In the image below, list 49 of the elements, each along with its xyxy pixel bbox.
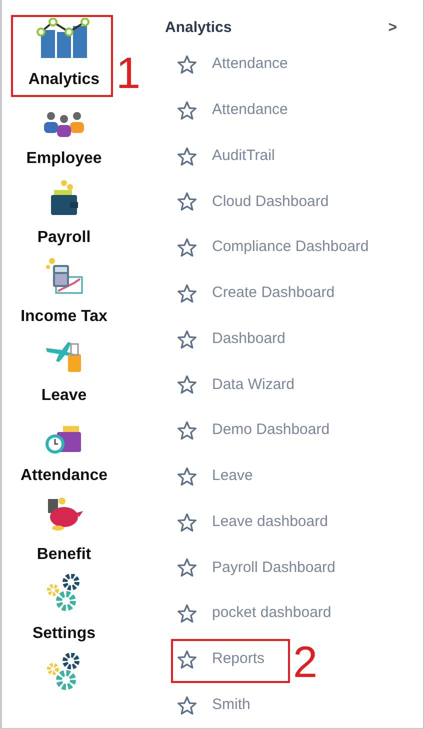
module-label[interactable]: Income Tax	[20, 305, 108, 330]
menu-item[interactable]: Cloud Dashboard	[212, 190, 329, 214]
clock-folder-icon	[45, 424, 83, 454]
star-icon[interactable]	[177, 238, 197, 258]
menu-item[interactable]: Attendance	[212, 99, 288, 122]
menu-item[interactable]: Dashboard	[212, 328, 286, 350]
star-icon[interactable]	[177, 284, 197, 303]
module-label[interactable]: Leave	[41, 384, 87, 408]
menu-item[interactable]: Reports	[212, 648, 265, 671]
star-icon[interactable]	[177, 604, 197, 624]
gears-icon	[47, 652, 81, 691]
star-icon[interactable]	[177, 192, 197, 212]
callout-number: 2	[293, 640, 318, 685]
module-label[interactable]: Payroll	[37, 226, 91, 250]
callout-number: 1	[116, 52, 140, 96]
submenu-title: Analytics	[165, 18, 232, 38]
star-icon[interactable]	[177, 466, 197, 486]
module-label[interactable]: Settings	[32, 622, 96, 646]
module-label[interactable]: Analytics	[28, 68, 100, 92]
chevron-icon[interactable]: >	[388, 16, 397, 40]
wallet-icon	[48, 180, 80, 216]
gears-icon	[47, 574, 81, 612]
menu-item[interactable]: Leave dashboard	[212, 510, 328, 534]
menu-item[interactable]: Smith	[212, 694, 250, 716]
menu-item[interactable]: Attendance	[212, 53, 288, 76]
star-icon[interactable]	[177, 330, 197, 349]
calculator-icon	[44, 257, 84, 296]
menu-item[interactable]: AuditTrail	[212, 144, 275, 168]
plane-suitcase-icon	[44, 340, 84, 374]
menu-item[interactable]: Payroll Dashboard	[212, 556, 336, 580]
module-label[interactable]: Employee	[26, 147, 102, 172]
star-icon[interactable]	[177, 696, 197, 715]
menu-item[interactable]: Compliance Dashboard	[212, 236, 369, 259]
star-icon[interactable]	[177, 558, 197, 578]
module-label[interactable]: Benefit	[36, 542, 92, 567]
menu-item[interactable]: pocket dashboard	[212, 602, 332, 625]
menu-item[interactable]: Demo Dashboard	[212, 419, 330, 442]
star-icon[interactable]	[177, 100, 197, 120]
star-icon[interactable]	[177, 55, 197, 74]
star-icon[interactable]	[177, 421, 197, 440]
menu-item[interactable]: Leave	[212, 465, 253, 488]
menu-item[interactable]: Create Dashboard	[212, 282, 335, 305]
star-icon[interactable]	[177, 512, 197, 532]
star-icon[interactable]	[177, 375, 197, 394]
star-icon[interactable]	[177, 146, 197, 166]
star-icon[interactable]	[177, 650, 197, 669]
menu-item[interactable]: Data Wizard	[212, 374, 295, 396]
people-icon	[43, 111, 85, 138]
module-label[interactable]: Attendance	[20, 464, 108, 488]
